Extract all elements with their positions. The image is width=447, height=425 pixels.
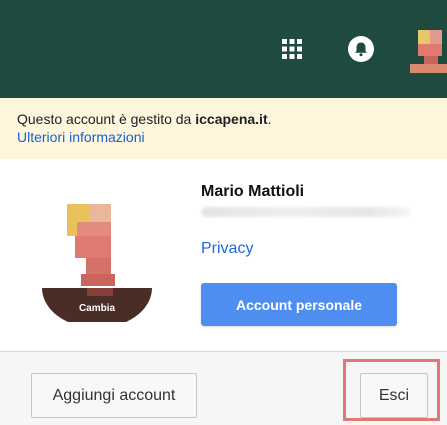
sign-out-button[interactable]: Esci xyxy=(360,373,428,418)
account-avatar[interactable] xyxy=(410,28,447,73)
apps-grid-icon[interactable] xyxy=(282,39,302,59)
privacy-link[interactable]: Privacy xyxy=(201,240,253,258)
learn-more-link[interactable]: Ulteriori informazioni xyxy=(17,129,145,146)
user-email-redacted xyxy=(201,207,411,217)
managed-text-prefix: Questo account è gestito da xyxy=(17,111,196,127)
app-header xyxy=(0,0,447,98)
personal-account-button[interactable]: Account personale xyxy=(201,283,397,326)
change-photo-label[interactable]: Cambia xyxy=(42,303,152,315)
managed-text-suffix: . xyxy=(267,111,272,127)
user-name: Mario Mattioli xyxy=(201,183,305,200)
add-account-button[interactable]: Aggiungi account xyxy=(31,373,197,418)
notifications-bell-icon[interactable] xyxy=(348,36,374,62)
managed-domain: iccapena.it xyxy=(195,111,268,127)
managed-account-text: Questo account è gestito da iccapena.it. xyxy=(17,111,272,128)
